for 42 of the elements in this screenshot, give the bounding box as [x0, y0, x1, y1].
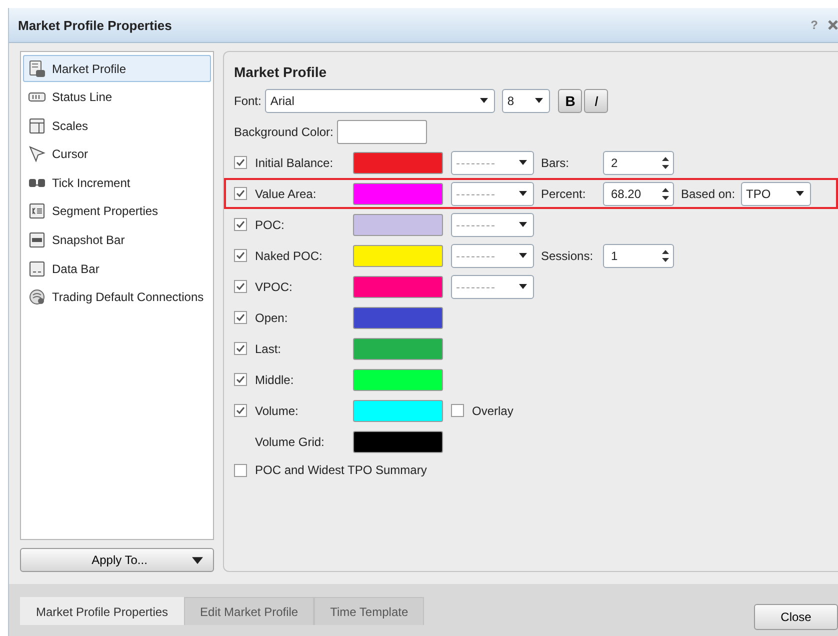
sidebar-item[interactable]: Data Bar — [23, 255, 211, 282]
tab[interactable]: Edit Market Profile — [184, 597, 314, 625]
window-title: Market Profile Properties — [18, 18, 173, 32]
number-spinner[interactable]: 68.20 — [603, 182, 674, 206]
setting-label: Naked POC: — [255, 248, 324, 262]
setting-label: Middle: — [255, 372, 295, 386]
setting-label: VPOC: — [255, 280, 294, 294]
checkbox-label: Overlay — [472, 404, 514, 418]
field-label: Background Color: — [234, 124, 334, 138]
number-spinner[interactable]: 1 — [603, 244, 674, 268]
setting-label: Volume Grid: — [254, 434, 326, 448]
italic-button[interactable]: I — [584, 88, 608, 112]
sidebar-item[interactable]: Tick Increment — [23, 169, 211, 196]
setting-label: POC: — [255, 218, 286, 232]
sidebar-item[interactable]: Scales — [23, 112, 211, 140]
setting-label: Initial Balance: — [255, 156, 334, 170]
sidebar-item[interactable]: Segment Properties — [23, 198, 211, 225]
close-button[interactable]: Close — [754, 604, 838, 630]
based-on-dropdown[interactable]: TPO — [741, 182, 812, 206]
sidebar-item[interactable]: Trading Default Connections — [23, 284, 211, 311]
bold-button[interactable]: B — [558, 88, 582, 112]
sidebar-item[interactable]: Snapshot Bar — [23, 226, 211, 254]
field-label: Bars: — [541, 156, 570, 170]
font-dropdown[interactable]: Arial — [265, 88, 496, 112]
setting-label: Open: — [255, 310, 289, 324]
number-spinner[interactable]: 2 — [603, 150, 674, 174]
field-label: Percent: — [541, 186, 587, 200]
panel-heading: Market Profile — [234, 64, 328, 80]
setting-label: Last: — [255, 342, 282, 356]
tab[interactable]: Time Template — [314, 597, 424, 625]
setting-label: Value Area: — [255, 186, 318, 200]
field-label: Based on: — [681, 186, 736, 200]
tab[interactable]: Market Profile Properties — [20, 597, 184, 625]
size-dropdown[interactable]: 8 — [502, 88, 550, 112]
sidebar-item[interactable]: Market Profile — [23, 55, 211, 82]
field-label: Font: — [234, 94, 262, 108]
apply-to-button[interactable]: Apply To... — [20, 548, 214, 572]
setting-label: Volume: — [255, 404, 300, 418]
checkbox-label: POC and Widest TPO Summary — [255, 463, 427, 477]
field-label: Sessions: — [541, 248, 594, 262]
sidebar-item[interactable]: Status Line — [23, 84, 211, 111]
sidebar-item[interactable]: Cursor — [23, 140, 211, 168]
